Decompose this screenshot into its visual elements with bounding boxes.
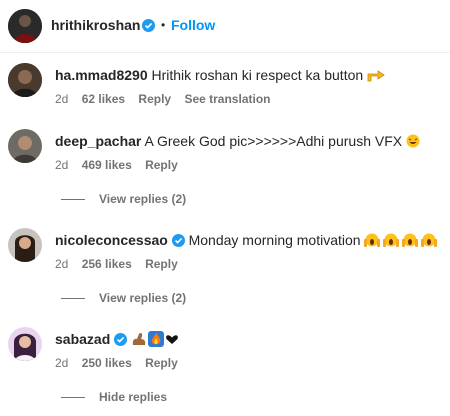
comment-text: deep_pachar A Greek God pic>>>>>>Adhi pu… [55,133,420,151]
flexed-biceps-fire-heart-icons [131,331,179,350]
comment-text: nicoleconcessao Monday morning motivatio… [55,232,440,251]
screaming-face-icon [364,232,440,251]
see-translation-button[interactable]: See translation [184,92,270,106]
replies-divider [61,397,85,399]
commenter-avatar[interactable] [8,129,42,163]
reply-button[interactable]: Reply [145,356,178,370]
reply-button[interactable]: Reply [145,257,178,271]
comment-meta: 2d 62 likes Reply See translation [55,92,280,106]
comment-likes[interactable]: 62 likes [82,92,125,106]
comment-username[interactable]: sabazad [55,331,110,347]
comment-age: 2d [55,356,69,370]
replies-divider [61,298,85,300]
view-replies-label[interactable]: View replies (2) [99,291,186,305]
comment-age: 2d [55,92,69,106]
comment-meta: 2d 469 likes Reply [55,158,188,172]
verified-badge-icon [114,333,128,346]
comment-username[interactable]: nicoleconcessao [55,232,168,248]
comment-age: 2d [55,257,69,271]
follow-button[interactable]: Follow [171,17,215,33]
verified-badge-icon [142,19,155,32]
verified-badge-icon [171,234,185,247]
comment-meta: 2d 256 likes Reply [55,257,188,271]
comment-body: A Greek God pic>>>>>>Adhi purush VFX [144,133,403,149]
replies-divider [61,199,85,201]
pointing-hand-icon [367,68,385,85]
commenter-avatar[interactable] [8,228,42,262]
comment-likes[interactable]: 256 likes [82,257,132,271]
comment-meta: 2d 250 likes Reply [55,356,188,370]
header-username[interactable]: hrithikroshan [51,17,140,33]
reply-button[interactable]: Reply [145,158,178,172]
separator-dot: • [161,18,166,32]
comment-username[interactable]: ha.mmad8290 [55,67,148,83]
hide-replies-button[interactable]: Hide replies [61,390,167,404]
reply-button[interactable]: Reply [138,92,171,106]
hrithikroshan-avatar[interactable] [8,9,42,43]
comment-age: 2d [55,158,69,172]
comment-body: Hrithik roshan ki respect ka button [151,67,364,83]
hide-replies-label[interactable]: Hide replies [99,390,167,404]
commenter-avatar[interactable] [8,63,42,97]
comment-likes[interactable]: 469 likes [82,158,132,172]
comment-text: ha.mmad8290 Hrithik roshan ki respect ka… [55,67,385,85]
comment-likes[interactable]: 250 likes [82,356,132,370]
view-replies-button[interactable]: View replies (2) [61,291,186,305]
view-replies-button[interactable]: View replies (2) [61,192,186,206]
post-header: hrithikroshan • Follow [0,0,450,53]
commenter-avatar[interactable] [8,327,42,361]
comment-text: sabazad [55,331,179,350]
laughing-face-icon [406,134,420,151]
comment-username[interactable]: deep_pachar [55,133,141,149]
comment-body: Monday morning motivation [188,232,361,249]
view-replies-label[interactable]: View replies (2) [99,192,186,206]
